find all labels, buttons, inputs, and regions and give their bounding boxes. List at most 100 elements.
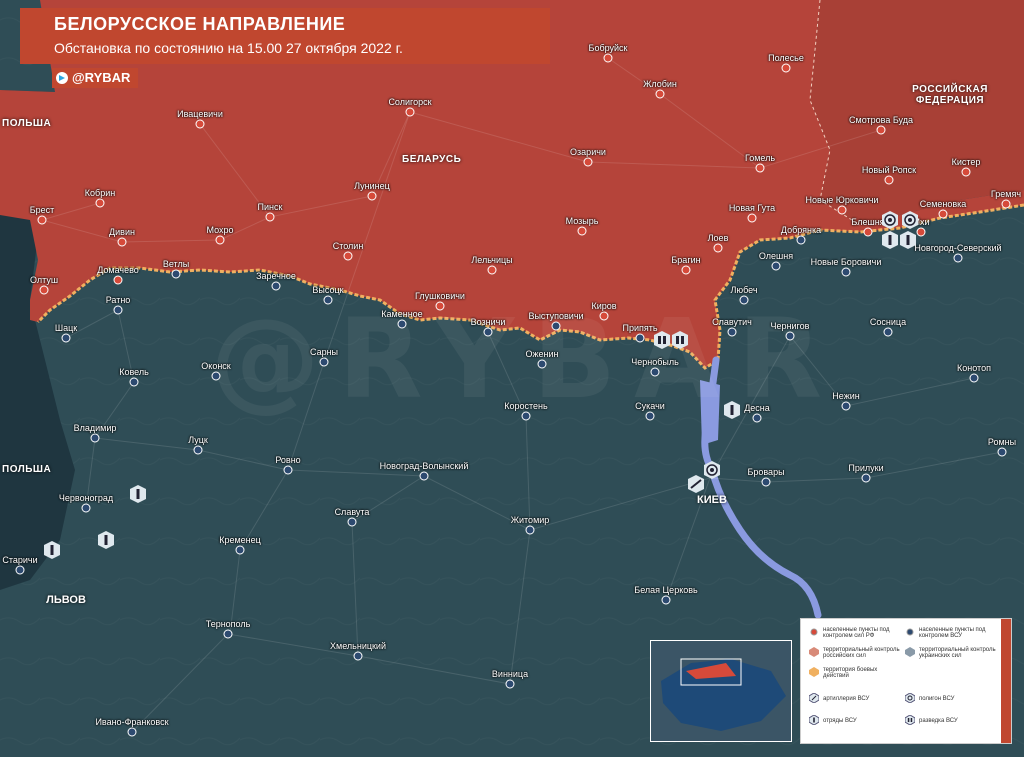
- city-marker[interactable]: [127, 727, 137, 737]
- city-marker[interactable]: [367, 191, 377, 201]
- city-marker[interactable]: [884, 175, 894, 185]
- legend-item: артиллерия ВСУ: [808, 692, 904, 705]
- city-marker[interactable]: [61, 333, 71, 343]
- city-marker[interactable]: [739, 295, 749, 305]
- city-marker[interactable]: [863, 227, 873, 237]
- unit-icon[interactable]: [722, 400, 742, 420]
- city-marker[interactable]: [487, 265, 497, 275]
- city-marker[interactable]: [223, 629, 233, 639]
- city-label: Владимир: [73, 423, 117, 433]
- city-marker[interactable]: [113, 305, 123, 315]
- city-marker[interactable]: [796, 235, 806, 245]
- unit-icon[interactable]: [898, 230, 918, 250]
- recon-icon[interactable]: [652, 330, 672, 350]
- city-marker[interactable]: [117, 237, 127, 247]
- city-marker[interactable]: [583, 157, 593, 167]
- range-icon[interactable]: [900, 210, 920, 230]
- city-label: Олешня: [758, 251, 794, 261]
- city-marker[interactable]: [713, 243, 723, 253]
- city-label: Смотрова Буда: [849, 115, 913, 125]
- city-marker[interactable]: [537, 359, 547, 369]
- brand-badge[interactable]: @RYBAR: [52, 68, 139, 88]
- city-marker[interactable]: [661, 595, 671, 605]
- city-marker[interactable]: [841, 401, 851, 411]
- city-marker[interactable]: [771, 261, 781, 271]
- city-marker[interactable]: [95, 198, 105, 208]
- city-marker[interactable]: [215, 235, 225, 245]
- city-marker[interactable]: [129, 377, 139, 387]
- map-canvas[interactable]: @RYBAR БЕЛОРУССКОЕ НАПРАВЛЕНИЕ Обстановк…: [0, 0, 1024, 757]
- city-marker[interactable]: [39, 285, 49, 295]
- city-marker[interactable]: [861, 473, 871, 483]
- city-marker[interactable]: [113, 275, 123, 285]
- city-marker[interactable]: [603, 53, 613, 63]
- city-marker[interactable]: [271, 281, 281, 291]
- city-marker[interactable]: [353, 651, 363, 661]
- city-marker[interactable]: [883, 327, 893, 337]
- city-label: Брагин: [671, 255, 701, 265]
- city-marker[interactable]: [343, 251, 353, 261]
- city-label: Гомель: [744, 153, 776, 163]
- city-marker[interactable]: [752, 413, 762, 423]
- city-marker[interactable]: [347, 517, 357, 527]
- city-marker[interactable]: [577, 226, 587, 236]
- city-marker[interactable]: [635, 333, 645, 343]
- city-marker[interactable]: [419, 471, 429, 481]
- city-label: Коростень: [504, 401, 548, 411]
- city-marker[interactable]: [405, 107, 415, 117]
- legend-item: населенные пункты под контролем сил РФ: [809, 627, 904, 639]
- city-marker[interactable]: [551, 321, 561, 331]
- city-marker[interactable]: [876, 125, 886, 135]
- city-marker[interactable]: [1001, 199, 1011, 209]
- unit-icon[interactable]: [96, 530, 116, 550]
- city-label: Славута: [334, 507, 370, 517]
- city-marker[interactable]: [171, 269, 181, 279]
- city-marker[interactable]: [781, 63, 791, 73]
- city-marker[interactable]: [397, 319, 407, 329]
- city-marker[interactable]: [650, 367, 660, 377]
- city-marker[interactable]: [599, 311, 609, 321]
- city-marker[interactable]: [81, 503, 91, 513]
- city-marker[interactable]: [841, 267, 851, 277]
- city-marker[interactable]: [319, 357, 329, 367]
- city-marker[interactable]: [837, 205, 847, 215]
- city-label: Мозырь: [565, 216, 599, 226]
- city-marker[interactable]: [195, 119, 205, 129]
- city-marker[interactable]: [969, 373, 979, 383]
- artillery-icon[interactable]: [686, 474, 706, 494]
- city-marker[interactable]: [785, 331, 795, 341]
- city-marker[interactable]: [90, 433, 100, 443]
- city-marker[interactable]: [235, 545, 245, 555]
- unit-icon[interactable]: [880, 230, 900, 250]
- recon-icon[interactable]: [670, 330, 690, 350]
- city-marker[interactable]: [265, 212, 275, 222]
- city-marker[interactable]: [953, 253, 963, 263]
- city-marker[interactable]: [505, 679, 515, 689]
- city-marker[interactable]: [525, 525, 535, 535]
- city-marker[interactable]: [727, 327, 737, 337]
- ru-dot: [809, 627, 819, 639]
- city-marker[interactable]: [938, 209, 948, 219]
- unit-icon[interactable]: [128, 484, 148, 504]
- city-marker[interactable]: [681, 265, 691, 275]
- city-marker[interactable]: [37, 215, 47, 225]
- city-marker[interactable]: [435, 301, 445, 311]
- city-marker[interactable]: [211, 371, 221, 381]
- city-marker[interactable]: [761, 477, 771, 487]
- city-marker[interactable]: [521, 411, 531, 421]
- city-marker[interactable]: [961, 167, 971, 177]
- city-marker[interactable]: [323, 295, 333, 305]
- city-marker[interactable]: [483, 327, 493, 337]
- city-marker[interactable]: [997, 447, 1007, 457]
- city-marker[interactable]: [15, 565, 25, 575]
- city-marker[interactable]: [645, 411, 655, 421]
- city-marker[interactable]: [655, 89, 665, 99]
- city-marker[interactable]: [283, 465, 293, 475]
- city-label: Оженин: [525, 349, 559, 359]
- city-marker[interactable]: [755, 163, 765, 173]
- city-marker[interactable]: [747, 213, 757, 223]
- city-marker[interactable]: [193, 445, 203, 455]
- legend-item-label: артиллерия ВСУ: [823, 696, 870, 702]
- range-icon[interactable]: [880, 210, 900, 230]
- unit-icon[interactable]: [42, 540, 62, 560]
